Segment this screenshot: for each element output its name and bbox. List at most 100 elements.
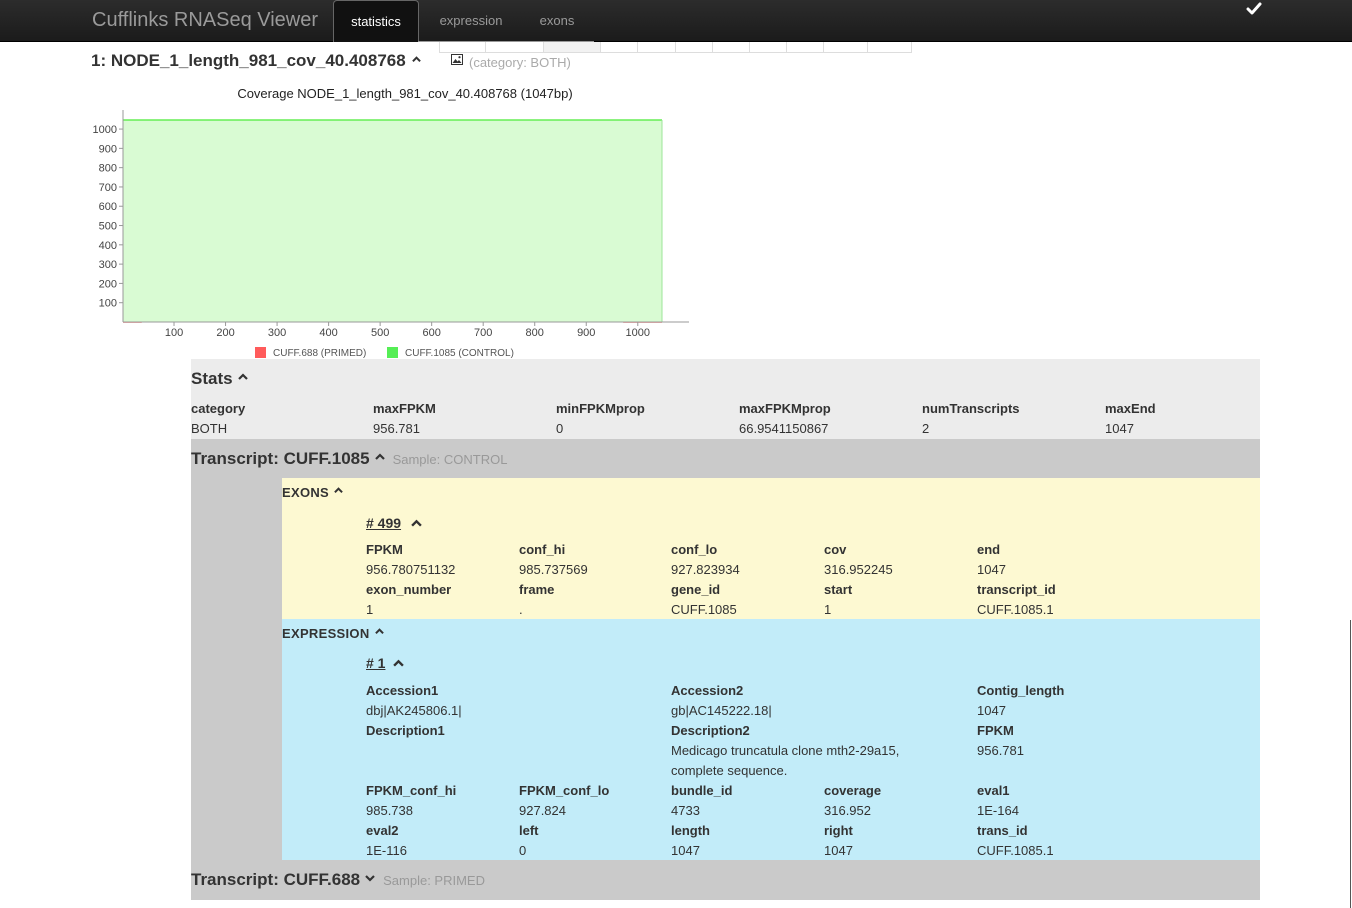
chart-plot-area xyxy=(123,119,663,323)
tab-statistics[interactable]: statistics xyxy=(333,0,419,42)
legend-swatch-1 xyxy=(387,347,398,358)
transcript-sample: Sample: CONTROL xyxy=(392,452,508,467)
collapse-caret-icon[interactable] xyxy=(393,658,404,669)
expr-label-length: length xyxy=(671,823,710,838)
exons-heading-text: EXONS xyxy=(282,485,330,500)
y-tick-label-1: 200 xyxy=(99,278,117,290)
exon-label-end: end xyxy=(977,542,1001,557)
y-tick-label-2: 300 xyxy=(99,259,117,271)
y-tick-label-6: 700 xyxy=(99,182,117,194)
stats-label-minfpkmprop: minFPKMprop xyxy=(556,401,645,416)
expression-heading-text: EXPRESSION xyxy=(282,626,370,641)
expr-label-right: right xyxy=(824,823,853,838)
transcript2-sample: Sample: PRIMED xyxy=(383,873,485,888)
transcript2-heading[interactable]: Transcript: CUFF.688 Sample: PRIMED xyxy=(191,870,485,890)
exon-label-conf-lo: conf_lo xyxy=(671,542,718,557)
tab-expression[interactable]: expression xyxy=(425,0,517,42)
exons-heading[interactable]: EXONS xyxy=(282,485,343,500)
x-tick-label-7: 800 xyxy=(526,327,544,339)
expr-value-accession1: dbj|AK245806.1| xyxy=(366,703,462,718)
stats-heading[interactable]: Stats xyxy=(191,369,248,389)
collapse-caret-icon[interactable] xyxy=(374,452,385,462)
stats-panel: Stats category BOTH maxFPKM 956.781 minF… xyxy=(191,359,1260,439)
y-tick-label-7: 800 xyxy=(99,163,117,175)
expand-caret-icon[interactable] xyxy=(365,873,375,883)
exon-value-transcript-id: CUFF.1085.1 xyxy=(977,602,1054,617)
exon-value-cov: 316.952245 xyxy=(824,562,893,577)
x-tick-label-6: 700 xyxy=(474,327,492,339)
expr-value-fpkm-conf-hi: 985.738 xyxy=(366,803,413,818)
stats-value-numtranscripts: 2 xyxy=(922,421,930,436)
stats-value-maxfpkm: 956.781 xyxy=(373,421,420,436)
expression-panel: EXPRESSION # 1 Accession1 dbj|AK245806.1… xyxy=(282,619,1260,860)
collapse-caret-icon[interactable] xyxy=(411,55,421,64)
collapse-caret-icon[interactable] xyxy=(374,627,384,636)
legend-label-0: CUFF.688 (PRIMED) xyxy=(273,348,366,359)
transcript2-title: Transcript: CUFF.688 xyxy=(191,870,361,889)
x-tick-label-2: 300 xyxy=(268,327,286,339)
x-tick-label-5: 600 xyxy=(422,327,440,339)
exon-label-start: start xyxy=(824,582,853,597)
chart-title: Coverage NODE_1_length_981_cov_40.408768… xyxy=(237,86,572,101)
x-tick-label-9: 1000 xyxy=(626,327,650,339)
expression-item-link[interactable]: # 1 xyxy=(366,655,385,671)
expr-value-description2-line1: Medicago truncatula clone mth2-29a15, xyxy=(671,743,900,758)
series-area-1 xyxy=(123,120,662,322)
expr-label-contig-length: Contig_length xyxy=(977,683,1065,698)
transcript-panel-collapsed: Transcript: CUFF.688 Sample: PRIMED xyxy=(191,860,1260,900)
expr-label-trans-id: trans_id xyxy=(977,823,1028,838)
expr-label-fpkm: FPKM xyxy=(977,723,1014,738)
exon-value-exon-number: 1 xyxy=(366,602,374,617)
legend-swatch-0 xyxy=(255,347,266,358)
stats-value-maxend: 1047 xyxy=(1105,421,1134,436)
exon-item-link[interactable]: # 499 xyxy=(366,515,401,531)
transcript-heading[interactable]: Transcript: CUFF.1085 Sample: CONTROL xyxy=(191,449,507,469)
expr-value-coverage: 316.952 xyxy=(824,803,871,818)
expr-label-left: left xyxy=(519,823,539,838)
x-tick-label-4: 500 xyxy=(371,327,389,339)
expression-heading[interactable]: EXPRESSION xyxy=(282,626,384,641)
app-brand[interactable]: Cufflinks RNASeq Viewer xyxy=(92,9,318,32)
exon-label-cov: cov xyxy=(824,542,847,557)
y-tick-label-0: 100 xyxy=(99,298,117,310)
exon-label-gene-id: gene_id xyxy=(671,582,721,597)
expr-label-fpkm-conf-hi: FPKM_conf_hi xyxy=(366,783,457,798)
check-icon[interactable] xyxy=(1246,0,1262,16)
exon-value-start: 1 xyxy=(824,602,832,617)
y-tick-label-3: 400 xyxy=(99,240,117,252)
node-category: (category: BOTH) xyxy=(469,55,571,70)
chart-legend: CUFF.688 (PRIMED) CUFF.1085 (CONTROL) xyxy=(255,347,514,359)
exon-value-gene-id: CUFF.1085 xyxy=(671,602,737,617)
stats-label-maxfpkmprop: maxFPKMprop xyxy=(739,401,831,416)
expr-value-trans-id: CUFF.1085.1 xyxy=(977,843,1054,858)
exon-value-frame: . xyxy=(519,602,523,617)
stats-label-maxend: maxEnd xyxy=(1105,401,1156,416)
exon-value-end: 1047 xyxy=(977,562,1006,577)
stats-heading-text: Stats xyxy=(191,369,233,388)
expr-label-description2: Description2 xyxy=(671,723,750,738)
y-tick-label-4: 500 xyxy=(99,221,117,233)
stats-label-numtranscripts: numTranscripts xyxy=(922,401,1020,416)
stats-label-maxfpkm: maxFPKM xyxy=(373,401,436,416)
collapse-caret-icon[interactable] xyxy=(411,518,422,529)
exon-label-fpkm: FPKM xyxy=(366,542,403,557)
image-icon[interactable] xyxy=(451,54,463,65)
expr-label-bundle-id: bundle_id xyxy=(671,783,733,798)
expr-value-contig-length: 1047 xyxy=(977,703,1006,718)
expr-value-fpkm-conf-lo: 927.824 xyxy=(519,803,566,818)
y-tick-label-8: 900 xyxy=(99,143,117,155)
expr-label-description1: Description1 xyxy=(366,723,445,738)
coverage-chart: Coverage NODE_1_length_981_cov_40.408768… xyxy=(93,86,689,359)
expr-value-eval1: 1E-164 xyxy=(977,803,1019,818)
exon-value-fpkm: 956.780751132 xyxy=(366,562,456,577)
expr-value-accession2: gb|AC145222.18| xyxy=(671,703,772,718)
expr-label-accession1: Accession1 xyxy=(366,683,439,698)
node-title: 1: NODE_1_length_981_cov_40.408768 xyxy=(91,51,421,71)
expr-value-bundle-id: 4733 xyxy=(671,803,700,818)
collapse-caret-icon[interactable] xyxy=(237,372,248,382)
collapse-caret-icon[interactable] xyxy=(334,486,343,495)
expr-label-coverage: coverage xyxy=(824,783,882,798)
expr-label-fpkm-conf-lo: FPKM_conf_lo xyxy=(519,783,610,798)
tab-exons[interactable]: exons xyxy=(525,0,589,42)
y-tick-label-5: 600 xyxy=(99,201,117,213)
